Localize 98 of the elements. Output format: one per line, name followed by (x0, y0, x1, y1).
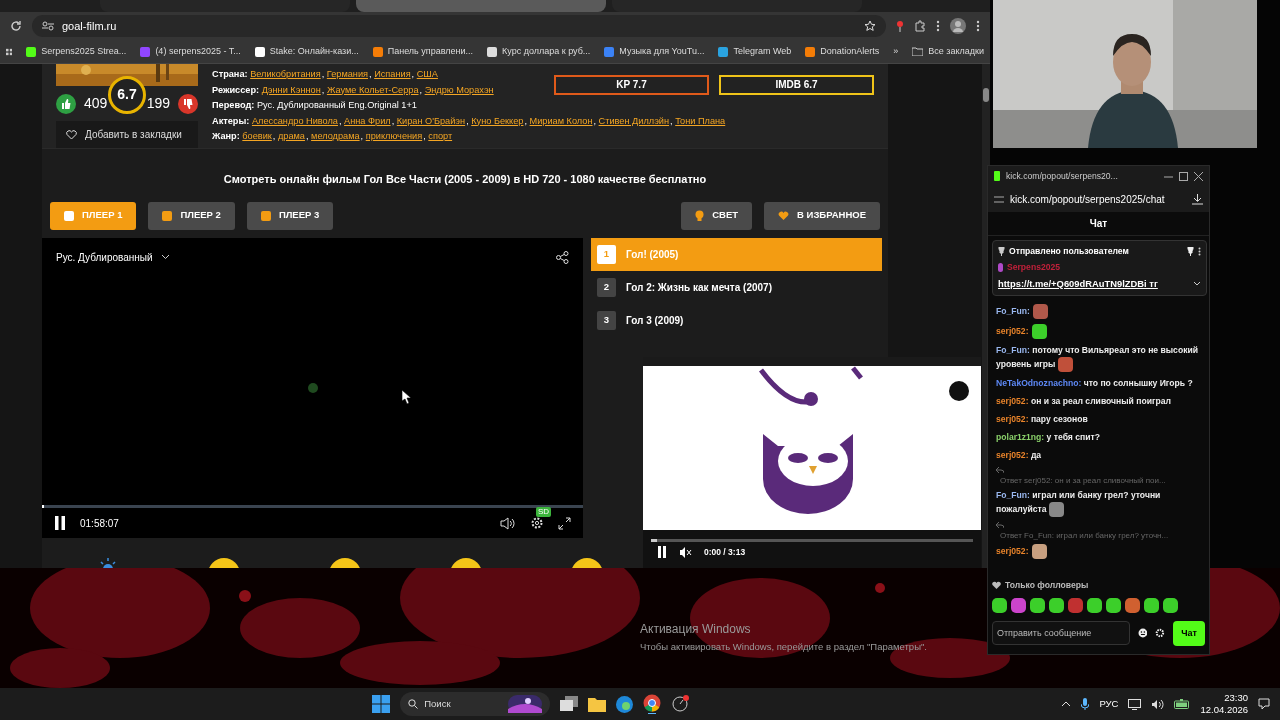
favorite-button[interactable]: В ИЗБРАННОЕ (764, 201, 880, 230)
detail-link[interactable]: Испания (374, 69, 411, 79)
chat-message: serj052: (996, 323, 1201, 339)
detail-link[interactable]: Эндрю Морахэн (424, 84, 494, 95)
chat-message: NeTakOdnoznachno: что по солнышку Игорь ? (996, 376, 1194, 390)
chat-message: serj052: да (996, 448, 1043, 462)
detail-link[interactable]: боевик (242, 131, 272, 141)
separator-text: , (368, 69, 372, 79)
separator-text: , (305, 131, 309, 141)
quality-badge: SD (536, 507, 552, 517)
detail-link[interactable]: драма (277, 131, 305, 141)
detail-link[interactable]: Жауме Кольет-Серра (326, 84, 419, 95)
separator-text: , (390, 115, 395, 126)
chat-message: Fo_Fun: (996, 303, 1201, 319)
url-text: goal-film.ru (62, 18, 118, 34)
like-count: 409 (84, 94, 108, 113)
separator-text: , (320, 69, 325, 79)
address-text: kick.com/popout/serpens2025/chat (1010, 192, 1166, 207)
detail-label: Режиссер: (212, 84, 260, 95)
activation-text: Чтобы активировать Windows, перейдите в раздел "Параметры". (640, 640, 927, 654)
detail-link[interactable]: Стивен Диллэйн (598, 115, 670, 126)
episode-item[interactable]: 3 Гол 3 (2009) (591, 303, 882, 337)
bookmark[interactable]: DonationAlerts (805, 44, 880, 59)
detail-link[interactable]: Великобритания (250, 69, 321, 79)
detail-label: Жанр: (212, 131, 240, 141)
playback-time: 01:58:07 (80, 516, 120, 531)
clock-date: 12.04.2026 (1200, 704, 1248, 716)
chat-message: polar1z1ng: у тебя спит? (996, 430, 1101, 444)
bookmark[interactable]: Telegram Web (718, 44, 792, 59)
imdb-rating: IMDB 6.7 (719, 75, 874, 95)
bookmark[interactable]: Stake: Онлайн-кази... (254, 44, 359, 59)
detail-label: Актеры: (212, 115, 250, 126)
bookmark[interactable]: Панель управлени... (372, 44, 473, 59)
send-button[interactable]: Чат (1173, 620, 1205, 646)
chat-title: Чат (988, 212, 1209, 236)
search-label: Поиск (424, 696, 452, 711)
all-bookmarks-button[interactable]: Все закладки (912, 44, 984, 59)
search-field[interactable]: Поиск (400, 692, 551, 716)
chat-message: Fo_Fun: потому что Вильяреал это не высокий уровень игры (996, 343, 1201, 372)
separator-text: , (360, 131, 364, 141)
message-input[interactable]: Отправить сообщение (992, 621, 1130, 646)
pinned-header: Отправлено пользователем (1009, 245, 1130, 258)
kp-rating: KP 7.7 (554, 75, 709, 95)
separator-text: , (272, 131, 276, 141)
detail-link[interactable]: Алессандро Нивола (251, 115, 338, 126)
detail-link[interactable]: мелодрама (311, 131, 360, 141)
detail-link[interactable]: Дэнни Кэннон (261, 84, 321, 95)
detail-link[interactable]: Киран О'Брайэн (396, 115, 466, 126)
followers-only-label: Только фолловеры (1005, 578, 1089, 592)
address-bar[interactable]: goal-film.ru (32, 15, 886, 37)
chat-message: serj052: пару сезонов (996, 412, 1089, 426)
separator-text: , (465, 115, 469, 126)
reply-text: Ответ serj052: он и за реал сливочный пои... (1000, 475, 1166, 485)
chat-message: serj052: он и за реал сливочный поиграл (996, 394, 1173, 408)
reply-text: Ответ Fo_Fun: играл или банку грел? уточн... (1000, 530, 1169, 540)
playback-time: 0:00 / 3:13 (704, 546, 746, 559)
player-tab[interactable]: ПЛЕЕР 3 (246, 201, 334, 230)
detail-label: Страна: (212, 69, 248, 79)
window-title: kick.com/popout/serpens20... (1006, 169, 1119, 183)
separator-text: , (669, 115, 673, 126)
detail-link[interactable]: Тони Плана (675, 115, 726, 126)
detail-link[interactable]: спорт (428, 131, 453, 141)
separator-text: , (338, 115, 342, 126)
episode-number: 2 (597, 277, 616, 297)
pinned-text: https://t.me/+Q609dRAuTN9lZDBi тг (998, 276, 1159, 291)
detail-link[interactable]: Мириам Колон (529, 115, 593, 126)
separator-text: , (410, 69, 415, 79)
chat-message: serj052: (996, 543, 1201, 559)
detail-link[interactable]: Куно Беккер (471, 115, 524, 126)
player-tab[interactable]: ПЛЕЕР 2 (148, 201, 235, 230)
episode-number: 1 (597, 244, 616, 264)
activation-title: Активация Windows (640, 621, 752, 638)
bookmark[interactable]: Курс доллара к руб... (487, 44, 591, 59)
light-button[interactable]: СВЕТ (681, 201, 753, 230)
separator-text: , (321, 84, 325, 95)
separator-text: , (419, 84, 423, 95)
audio-track-dropdown[interactable]: Рус. Дублированный (56, 249, 170, 265)
separator-text: , (523, 115, 527, 126)
separator-text: , (422, 131, 426, 141)
detail-link[interactable]: Германия (326, 69, 368, 79)
detail-link[interactable]: приключения (365, 131, 423, 141)
detail-value: Рус. Дублированный Eng.Original 1+1 (256, 100, 417, 110)
bookmark-button[interactable]: Добавить в закладки (56, 121, 198, 148)
episode-item[interactable]: 2 Гол 2: Жизнь как мечта (2007) (591, 270, 882, 304)
bookmark[interactable]: Музыка для YouTu... (604, 44, 705, 59)
separator-text: , (592, 115, 597, 126)
bookmark[interactable]: (4) serpens2025 - T... (140, 44, 241, 59)
detail-label: Перевод: (212, 100, 255, 110)
more-bookmarks-button[interactable]: » (893, 44, 899, 59)
dislike-count: 199 (146, 94, 170, 113)
detail-link[interactable]: США (416, 69, 438, 79)
detail-link[interactable]: Анна Фрил (344, 115, 391, 126)
language-indicator[interactable]: РУС (1099, 696, 1119, 712)
bookmark[interactable]: Serpens2025 Strea... (26, 44, 127, 59)
episode-number: 3 (597, 310, 616, 330)
clock-time: 23:30 (1224, 692, 1248, 704)
chat-message: Fo_Fun: играл или банку грел? уточни пожалуйста (996, 488, 1201, 517)
pinned-user: Serpens2025 (1007, 260, 1061, 274)
